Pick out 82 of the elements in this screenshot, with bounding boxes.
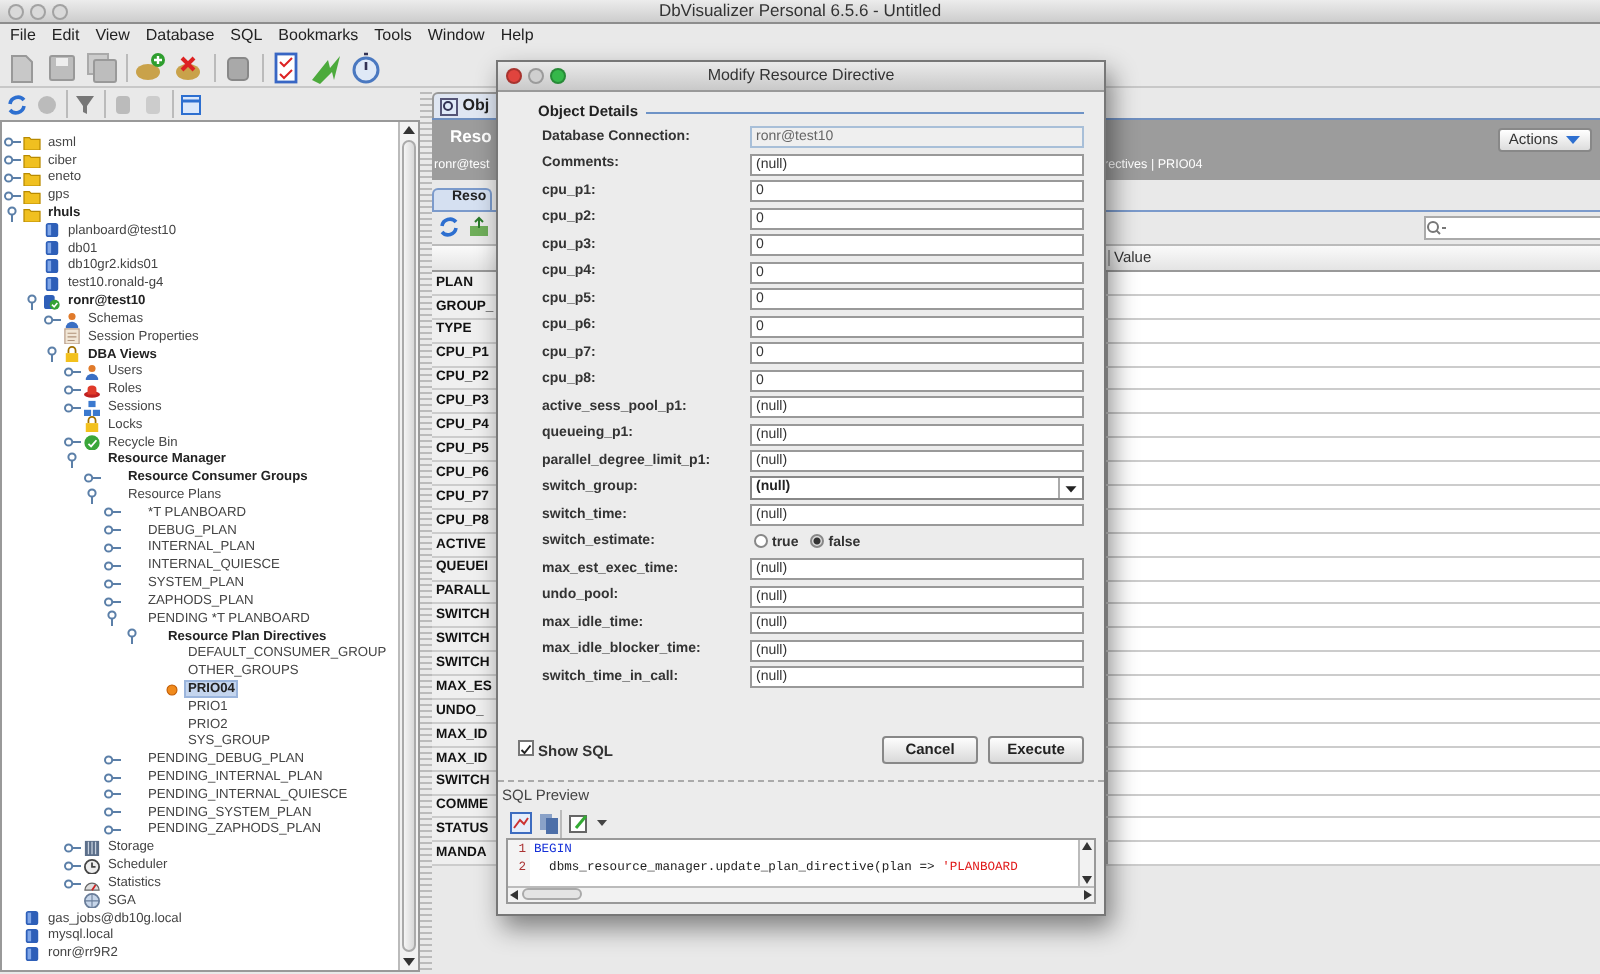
tree-toggle-icon[interactable] <box>104 610 122 627</box>
refresh-icon[interactable] <box>6 93 28 115</box>
cabinet-icon <box>82 839 102 856</box>
menu-item[interactable]: Window <box>419 27 493 45</box>
tree-toggle-icon[interactable] <box>104 804 122 821</box>
tree-toggle-icon[interactable] <box>104 769 122 786</box>
save-icon[interactable] <box>46 51 78 83</box>
tree-toggle-icon[interactable] <box>104 504 122 521</box>
refresh-icon[interactable] <box>438 216 460 238</box>
tree-toggle-icon[interactable] <box>104 522 122 539</box>
object-title: Reso <box>450 128 492 145</box>
format-icon[interactable] <box>510 812 532 835</box>
scroll-thumb[interactable] <box>402 140 416 952</box>
tree-toggle-icon[interactable] <box>104 575 122 592</box>
caret-icon <box>1058 478 1082 499</box>
tree-toggle-icon[interactable] <box>24 293 42 310</box>
scroll-down-icon[interactable] <box>400 954 418 970</box>
globe-icon <box>82 892 102 909</box>
check-icon <box>520 741 532 758</box>
search-field[interactable] <box>1424 216 1600 240</box>
scrollbar[interactable] <box>1078 839 1094 886</box>
tree-toggle-icon[interactable] <box>64 381 82 398</box>
tree-toggle-icon[interactable] <box>84 469 102 486</box>
tree-toggle-icon[interactable] <box>4 205 22 222</box>
checklist-icon[interactable] <box>270 51 302 83</box>
tree-toggle-icon[interactable] <box>64 452 82 469</box>
scroll-thumb[interactable] <box>522 888 582 901</box>
tree-toggle-icon[interactable] <box>104 751 122 768</box>
save-all-icon[interactable] <box>86 51 118 83</box>
tree-toggle-icon[interactable] <box>64 399 82 416</box>
status-dot-icon <box>162 681 182 698</box>
window-icon[interactable] <box>180 93 202 115</box>
dialog-title: Modify Resource Directive <box>707 65 895 84</box>
tree-toggle-icon[interactable] <box>104 822 122 839</box>
document-icon[interactable] <box>6 51 38 83</box>
window-title: DbVisualizer Personal 6.5.6 - Untitled <box>658 0 942 20</box>
person-icon <box>82 363 102 380</box>
scroll-up-icon[interactable] <box>400 122 418 138</box>
scrollbar[interactable] <box>398 122 418 970</box>
disconnect-icon[interactable] <box>174 51 206 83</box>
menu-item[interactable]: View <box>87 27 138 45</box>
menu-item[interactable]: Database <box>137 27 223 45</box>
caret-icon <box>1564 134 1582 147</box>
tree-toggle-icon[interactable] <box>64 434 82 451</box>
tree-toggle-icon[interactable] <box>64 363 82 380</box>
menu-item[interactable]: Help <box>492 27 542 45</box>
connect-icon[interactable] <box>134 51 166 83</box>
document-icon <box>62 328 82 345</box>
tree-toggle-icon[interactable] <box>84 487 102 504</box>
tree-toggle-icon[interactable] <box>44 311 62 328</box>
clock-icon <box>82 857 102 874</box>
menu-item[interactable]: File <box>2 27 44 45</box>
tree-toggle-icon[interactable] <box>64 857 82 874</box>
tree-toggle-icon[interactable] <box>104 593 122 610</box>
filter-icon[interactable] <box>74 93 96 115</box>
database-check-icon <box>42 293 62 310</box>
tree-toggle-icon[interactable] <box>104 540 122 557</box>
scrollbar[interactable] <box>508 885 1094 902</box>
tree-toggle-icon[interactable] <box>64 875 82 892</box>
tree-toggle-icon[interactable] <box>104 557 122 574</box>
hat-icon <box>82 381 102 398</box>
menu-item[interactable]: Bookmarks <box>270 27 367 45</box>
tree-toggle-icon[interactable] <box>4 134 22 151</box>
tree-toggle-icon[interactable] <box>124 628 142 645</box>
tree-toggle-icon[interactable] <box>104 786 122 803</box>
tree-toggle-icon[interactable] <box>4 187 22 204</box>
export-icon[interactable] <box>468 216 490 238</box>
person-icon <box>62 311 82 328</box>
lock-icon <box>62 346 82 363</box>
network-icon <box>82 399 102 416</box>
stopwatch-icon[interactable] <box>350 51 382 83</box>
tree-toggle-icon[interactable] <box>64 839 82 856</box>
menu-item[interactable]: SQL <box>222 27 271 45</box>
tree-toggle-icon[interactable] <box>4 170 22 187</box>
recycle-icon <box>82 434 102 451</box>
edit-icon[interactable] <box>568 812 590 835</box>
copy-icon[interactable] <box>538 812 560 835</box>
lock-icon <box>82 416 102 433</box>
tree-toggle-icon[interactable] <box>4 152 22 169</box>
menu-item[interactable]: Tools <box>366 27 420 45</box>
tree-toggle-icon[interactable] <box>44 346 62 363</box>
menu-item[interactable]: Edit <box>43 27 88 45</box>
